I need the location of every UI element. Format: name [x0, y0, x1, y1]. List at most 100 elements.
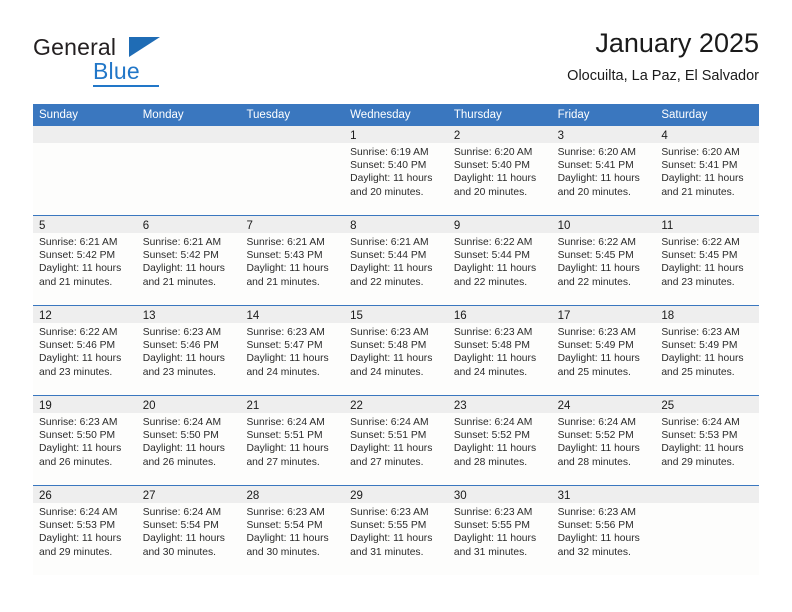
calendar-day-cell[interactable]: 14 Sunrise: 6:23 AM Sunset: 5:47 PM Dayligh…	[240, 306, 345, 395]
day-cell-body	[137, 143, 241, 146]
day-detail-line: Daylight: 11 hours	[453, 443, 537, 455]
day-detail-line: and 24 minutes.	[350, 366, 424, 378]
calendar-day-cell[interactable]: 30 Sunrise: 6:23 AM Sunset: 5:55 PM Dayligh…	[447, 486, 552, 575]
day-detail-line: Daylight: 11 hours	[661, 173, 744, 185]
day-detail-line: and 25 minutes.	[557, 366, 631, 378]
day-detail-line: Sunset: 5:42 PM	[39, 250, 116, 262]
day-detail-line: and 28 minutes.	[557, 456, 631, 468]
calendar-day-cell[interactable]: 25 Sunrise: 6:24 AM Sunset: 5:53 PM Dayligh…	[655, 396, 760, 485]
day-detail-line: Sunrise: 6:23 AM	[557, 327, 637, 338]
day-number: 22	[350, 400, 363, 412]
day-number: 28	[246, 490, 260, 502]
day-number: 4	[661, 130, 668, 142]
calendar-day-cell[interactable]: 12 Sunrise: 6:22 AM Sunset: 5:46 PM Dayligh…	[33, 306, 137, 395]
day-detail-line: and 22 minutes.	[350, 276, 424, 288]
day-detail-line: Sunset: 5:43 PM	[246, 250, 323, 262]
day-detail-line: Sunrise: 6:23 AM	[350, 327, 429, 338]
calendar-day-cell[interactable]: 21 Sunrise: 6:24 AM Sunset: 5:51 PM Dayligh…	[240, 396, 345, 485]
day-detail-line: Sunrise: 6:23 AM	[246, 327, 325, 338]
day-number: 14	[246, 310, 260, 322]
brand-name-general: General	[33, 34, 117, 60]
day-detail-line: Daylight: 11 hours	[557, 443, 640, 455]
page-title: January 2025	[595, 28, 759, 58]
day-cell-body: Sunrise: 6:23 AM Sunset: 5:49 PM Daylight:…	[655, 323, 759, 379]
day-detail-line: Sunrise: 6:21 AM	[142, 237, 222, 248]
calendar-day-cell[interactable]: 16 Sunrise: 6:23 AM Sunset: 5:48 PM Dayligh…	[447, 306, 552, 395]
day-detail-line: and 30 minutes.	[246, 546, 320, 558]
calendar-day-cell[interactable]: 11 Sunrise: 6:22 AM Sunset: 5:45 PM Dayligh…	[655, 216, 760, 305]
calendar-day-cell[interactable]: 23 Sunrise: 6:24 AM Sunset: 5:52 PM Dayligh…	[447, 396, 552, 485]
day-detail-line: and 31 minutes.	[453, 546, 528, 558]
day-detail-line: Sunset: 5:54 PM	[246, 520, 323, 532]
day-detail-line: Sunset: 5:52 PM	[453, 430, 531, 442]
day-number: 2	[453, 130, 461, 142]
day-detail-line: Sunset: 5:49 PM	[661, 340, 738, 352]
calendar-day-cell[interactable]: 29 Sunrise: 6:23 AM Sunset: 5:55 PM Dayligh…	[344, 486, 448, 575]
calendar-day-cell[interactable]: 15 Sunrise: 6:23 AM Sunset: 5:48 PM Dayligh…	[344, 306, 448, 395]
calendar-day-cell[interactable]: 27 Sunrise: 6:24 AM Sunset: 5:54 PM Dayligh…	[136, 486, 241, 575]
day-detail-line: and 24 minutes.	[246, 366, 320, 378]
page-header: General Blue January 2025 Olocuilta, La …	[33, 26, 759, 98]
day-detail-line: Sunrise: 6:22 AM	[557, 237, 637, 248]
day-detail-line: Sunrise: 6:21 AM	[39, 237, 118, 248]
day-cell-body	[240, 143, 344, 146]
day-detail-line: Daylight: 11 hours	[453, 353, 537, 365]
day-number-strip: 24	[551, 396, 656, 413]
day-detail-line: Sunset: 5:50 PM	[142, 430, 219, 442]
day-number-strip: 14	[240, 306, 345, 323]
day-number: 3	[557, 130, 564, 142]
calendar-day-cell[interactable]: 13 Sunrise: 6:23 AM Sunset: 5:46 PM Dayligh…	[136, 306, 241, 395]
calendar-day-cell[interactable]: 17 Sunrise: 6:23 AM Sunset: 5:49 PM Dayligh…	[551, 306, 656, 395]
calendar-week-row: 26 Sunrise: 6:24 AM Sunset: 5:53 PM Dayligh…	[33, 485, 760, 575]
day-number: 27	[142, 490, 156, 502]
day-detail-line: Daylight: 11 hours	[557, 173, 640, 185]
day-number: 19	[39, 400, 52, 412]
calendar-day-cell[interactable]: 20 Sunrise: 6:24 AM Sunset: 5:50 PM Dayligh…	[136, 396, 241, 485]
day-detail-line: Sunrise: 6:22 AM	[453, 237, 533, 248]
blue-triangle-logo-icon	[129, 37, 160, 57]
calendar-day-cell[interactable]: 18 Sunrise: 6:23 AM Sunset: 5:49 PM Dayligh…	[655, 306, 760, 395]
day-detail-line: and 31 minutes.	[350, 546, 424, 558]
calendar-day-cell[interactable]: 3 Sunrise: 6:20 AM Sunset: 5:41 PM Daylight…	[551, 126, 656, 215]
day-number: 12	[39, 310, 52, 322]
calendar-day-cell[interactable]: 7 Sunrise: 6:21 AM Sunset: 5:43 PM Daylight…	[240, 216, 345, 305]
day-cell-body: Sunrise: 6:23 AM Sunset: 5:48 PM Daylight:…	[448, 323, 552, 379]
day-number-strip	[655, 486, 760, 503]
calendar-day-cell[interactable]: 31 Sunrise: 6:23 AM Sunset: 5:56 PM Dayligh…	[551, 486, 656, 575]
day-detail-line: and 21 minutes.	[142, 276, 216, 288]
calendar-day-cell[interactable]: 5 Sunrise: 6:21 AM Sunset: 5:42 PM Daylight…	[33, 216, 137, 305]
day-detail-line: Sunset: 5:51 PM	[350, 430, 427, 442]
calendar-day-cell[interactable]: 10 Sunrise: 6:22 AM Sunset: 5:45 PM Dayligh…	[551, 216, 656, 305]
calendar-day-cell[interactable]: 2 Sunrise: 6:20 AM Sunset: 5:40 PM Daylight…	[447, 126, 552, 215]
day-of-week-header-monday: Monday	[142, 109, 184, 121]
day-number: 6	[142, 220, 150, 232]
calendar-day-cell[interactable]: 9 Sunrise: 6:22 AM Sunset: 5:44 PM Daylight…	[447, 216, 552, 305]
day-of-week-header-friday: Friday	[557, 109, 590, 121]
day-detail-line: Daylight: 11 hours	[142, 353, 225, 365]
day-number: 8	[350, 220, 357, 232]
day-cell-body: Sunrise: 6:23 AM Sunset: 5:46 PM Daylight:…	[137, 323, 241, 379]
day-detail-line: Daylight: 11 hours	[661, 443, 744, 455]
day-detail-line: Sunrise: 6:20 AM	[557, 147, 637, 158]
calendar-day-cell[interactable]: 19 Sunrise: 6:23 AM Sunset: 5:50 PM Dayligh…	[33, 396, 137, 485]
day-detail-line: Daylight: 11 hours	[661, 263, 744, 275]
calendar-day-cell[interactable]: 26 Sunrise: 6:24 AM Sunset: 5:53 PM Dayligh…	[33, 486, 137, 575]
brand-logo[interactable]: General Blue	[33, 34, 233, 94]
day-detail-line: Daylight: 11 hours	[246, 533, 329, 545]
day-number-strip: 31	[551, 486, 656, 503]
day-number-strip: 10	[551, 216, 656, 233]
calendar-day-cell[interactable]: 22 Sunrise: 6:24 AM Sunset: 5:51 PM Dayligh…	[344, 396, 448, 485]
day-cell-body: Sunrise: 6:22 AM Sunset: 5:44 PM Daylight:…	[448, 233, 552, 289]
calendar-day-cell[interactable]: 6 Sunrise: 6:21 AM Sunset: 5:42 PM Daylight…	[136, 216, 241, 305]
calendar-day-cell[interactable]: 1 Sunrise: 6:19 AM Sunset: 5:40 PM Daylight…	[344, 126, 448, 215]
day-number-strip: 17	[551, 306, 656, 323]
calendar-cell-empty	[136, 126, 241, 215]
day-detail-line: Sunrise: 6:21 AM	[350, 237, 429, 248]
calendar-day-cell[interactable]: 28 Sunrise: 6:23 AM Sunset: 5:54 PM Dayligh…	[240, 486, 345, 575]
calendar-day-cell[interactable]: 4 Sunrise: 6:20 AM Sunset: 5:41 PM Daylight…	[655, 126, 760, 215]
day-number-strip: 1	[344, 126, 448, 143]
day-number-strip: 5	[33, 216, 137, 233]
calendar-day-cell[interactable]: 24 Sunrise: 6:24 AM Sunset: 5:52 PM Dayligh…	[551, 396, 656, 485]
day-detail-line: and 22 minutes.	[557, 276, 631, 288]
calendar-day-cell[interactable]: 8 Sunrise: 6:21 AM Sunset: 5:44 PM Daylight…	[344, 216, 448, 305]
